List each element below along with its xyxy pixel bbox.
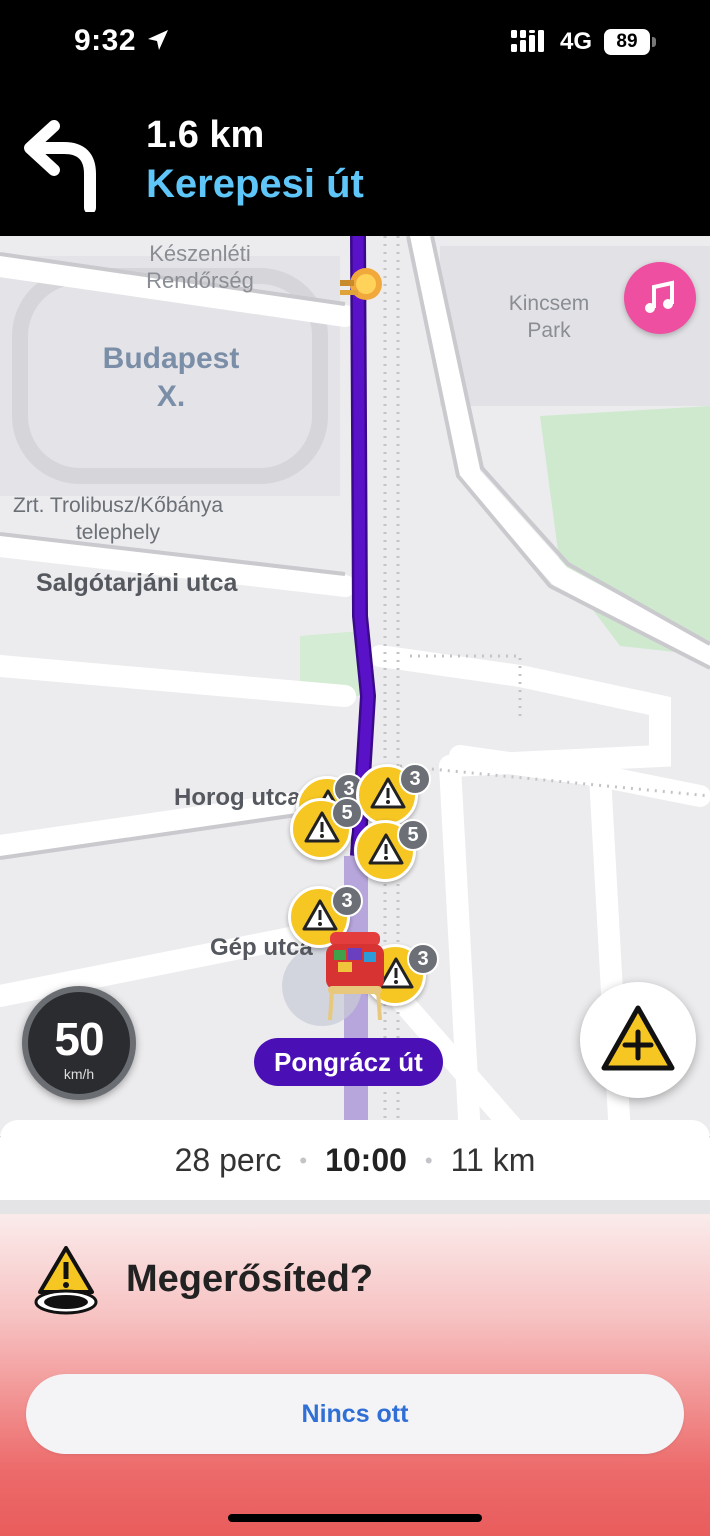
turn-left-icon: [24, 120, 96, 212]
hazard-count: 5: [397, 819, 429, 851]
status-bar: 9:32 4G 89: [0, 0, 710, 90]
speedometer[interactable]: 50 km/h: [22, 986, 136, 1100]
location-arrow-icon: [148, 30, 168, 50]
hazard-count: 5: [331, 797, 363, 829]
pothole-warning-icon: [34, 1246, 98, 1315]
panel-divider: [0, 1200, 710, 1214]
hazard-count: 3: [399, 763, 431, 795]
separator-dot: •: [424, 1147, 433, 1173]
home-indicator[interactable]: [228, 1514, 482, 1522]
network-type: 4G: [560, 28, 593, 55]
hazard-count: 3: [331, 885, 363, 917]
eta-arrival-time: 10:00: [325, 1142, 407, 1179]
hazard-pin[interactable]: 5: [354, 819, 429, 882]
map-label-police: Készenléti Rendőrség: [146, 241, 254, 293]
add-report-icon: [601, 1005, 675, 1071]
speed-unit: km/h: [63, 1066, 95, 1082]
not-there-button[interactable]: Nincs ott: [26, 1374, 684, 1454]
turn-street-name: Kerepesi út: [146, 162, 364, 206]
confirm-title: Megerősíted?: [126, 1258, 374, 1300]
speed-value: 50: [54, 1013, 104, 1065]
hazard-count: 3: [407, 943, 439, 975]
nav-instruction-banner[interactable]: 1.6 km Kerepesi út: [0, 90, 710, 236]
police-icon[interactable]: [338, 264, 384, 304]
music-button[interactable]: [624, 262, 696, 334]
confirm-hazard-panel: Megerősíted? Nincs ott: [0, 1200, 710, 1536]
eta-duration: 28 perc: [174, 1142, 282, 1179]
map-label-street: Horog utca: [174, 784, 301, 811]
map-label-park: Kincsem Park: [508, 292, 590, 342]
map-label-district: Budapest X.: [102, 342, 240, 413]
turn-distance: 1.6 km: [146, 114, 265, 156]
eta-distance: 11 km: [450, 1142, 536, 1179]
battery-icon: 89: [604, 29, 656, 55]
battery-level: 89: [616, 31, 638, 52]
signal-icon: [511, 30, 544, 52]
music-note-icon: [645, 280, 674, 313]
status-time: 9:32: [74, 24, 137, 57]
map-label-depot: Zrt. Trolibusz/Kőbánya telephely: [12, 494, 224, 544]
current-street-label: Pongrácz út: [254, 1038, 443, 1086]
hazard-pin[interactable]: 5: [290, 797, 363, 860]
eta-bar[interactable]: 28 perc • 10:00 • 11 km: [0, 1120, 710, 1200]
vehicle-icon: [326, 932, 384, 1021]
map-label-street: Salgótarjáni utca: [36, 569, 238, 597]
separator-dot: •: [299, 1147, 308, 1173]
report-hazard-button[interactable]: [580, 982, 696, 1098]
map-view[interactable]: Készenléti Rendőrség Budapest X. Kincsem…: [0, 236, 710, 1136]
hazard-pin[interactable]: 3: [356, 763, 431, 826]
